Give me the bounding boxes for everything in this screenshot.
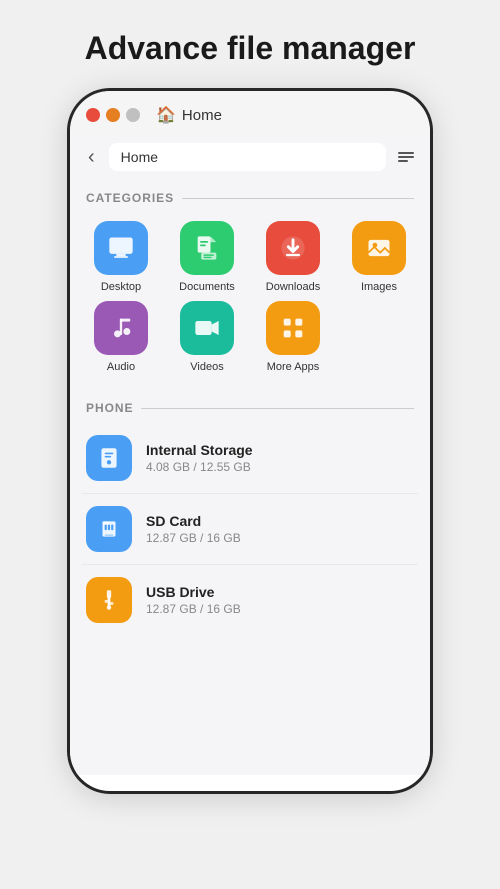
usb-item[interactable]: USB Drive 12.87 GB / 16 GB [82, 565, 418, 635]
images-label: Images [361, 281, 397, 293]
categories-grid: Desktop Documents [70, 213, 430, 389]
documents-label: Documents [179, 281, 235, 293]
categories-header: CATEGORIES [70, 179, 430, 213]
documents-icon [180, 221, 234, 275]
usb-info: USB Drive 12.87 GB / 16 GB [146, 584, 241, 616]
audio-label: Audio [107, 361, 135, 373]
category-videos[interactable]: Videos [168, 301, 246, 373]
maximize-button[interactable] [126, 108, 140, 122]
internal-storage-icon [86, 435, 132, 481]
desktop-label: Desktop [101, 281, 141, 293]
category-downloads[interactable]: Downloads [254, 221, 332, 293]
path-input[interactable]: Home [109, 143, 386, 171]
phone-label: PHONE [86, 401, 133, 415]
usb-name: USB Drive [146, 584, 241, 600]
sdcard-size: 12.87 GB / 16 GB [146, 531, 241, 545]
category-documents[interactable]: Documents [168, 221, 246, 293]
category-images[interactable]: Images [340, 221, 418, 293]
traffic-lights [86, 108, 140, 122]
list-line-1 [398, 152, 414, 154]
sdcard-name: SD Card [146, 513, 241, 529]
category-more-apps[interactable]: More Apps [254, 301, 332, 373]
desktop-icon [94, 221, 148, 275]
more-apps-label: More Apps [267, 361, 320, 373]
usb-icon [86, 577, 132, 623]
internal-storage-info: Internal Storage 4.08 GB / 12.55 GB [146, 442, 253, 474]
phone-top-bar: 🏠 Home [70, 91, 430, 135]
sdcard-item[interactable]: SD Card 12.87 GB / 16 GB [82, 494, 418, 565]
minimize-button[interactable] [106, 108, 120, 122]
page-title: Advance file manager [85, 30, 416, 67]
category-audio[interactable]: Audio [82, 301, 160, 373]
sdcard-icon [86, 506, 132, 552]
close-button[interactable] [86, 108, 100, 122]
app-content: ‹ Home CATEGORIES D [70, 135, 430, 775]
phone-frame: 🏠 Home ‹ Home CATEGORIES [70, 91, 430, 791]
category-desktop[interactable]: Desktop [82, 221, 160, 293]
phone-header: PHONE [70, 389, 430, 423]
audio-icon [94, 301, 148, 355]
internal-storage-name: Internal Storage [146, 442, 253, 458]
more-apps-icon [266, 301, 320, 355]
images-icon [352, 221, 406, 275]
list-line-3 [398, 160, 408, 162]
list-view-button[interactable] [394, 148, 418, 166]
categories-label: CATEGORIES [86, 191, 174, 205]
nav-bar: ‹ Home [70, 135, 430, 179]
downloads-icon [266, 221, 320, 275]
home-icon: 🏠 [156, 105, 176, 125]
internal-storage-item[interactable]: Internal Storage 4.08 GB / 12.55 GB [82, 423, 418, 494]
list-line-2 [398, 156, 414, 158]
downloads-label: Downloads [266, 281, 320, 293]
storage-list: Internal Storage 4.08 GB / 12.55 GB [70, 423, 430, 635]
usb-size: 12.87 GB / 16 GB [146, 602, 241, 616]
videos-icon [180, 301, 234, 355]
home-label-text: Home [182, 107, 222, 124]
sdcard-info: SD Card 12.87 GB / 16 GB [146, 513, 241, 545]
home-label: 🏠 Home [156, 105, 222, 125]
internal-storage-size: 4.08 GB / 12.55 GB [146, 460, 253, 474]
videos-label: Videos [190, 361, 223, 373]
back-button[interactable]: ‹ [82, 144, 101, 171]
